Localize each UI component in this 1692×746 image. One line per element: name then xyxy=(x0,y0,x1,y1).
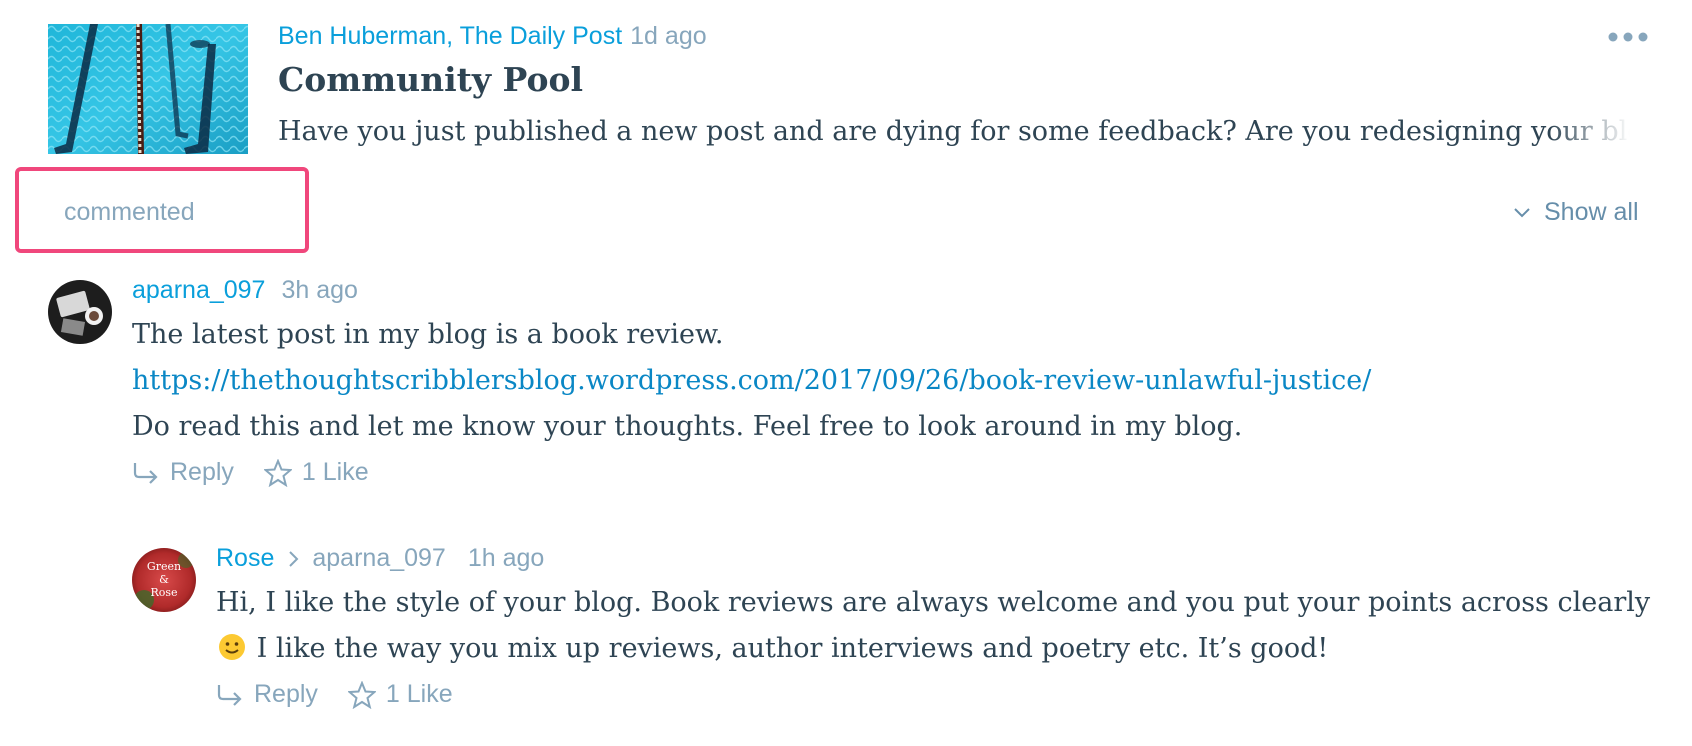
like-button[interactable]: 1 Like xyxy=(263,458,369,487)
avatar-logo-text: Rose xyxy=(150,586,177,599)
comment-header: Rose aparna_097 1h ago xyxy=(216,544,544,573)
star-icon xyxy=(263,458,292,487)
post-meta: Ben Huberman, The Daily Post 1d ago xyxy=(278,22,707,51)
reply-button[interactable]: Reply xyxy=(132,458,234,487)
comment-actions: Reply 1 Like xyxy=(132,458,369,487)
comment-text: Do read this and let me know your though… xyxy=(132,411,1243,442)
show-all-button[interactable]: Show all xyxy=(1514,198,1639,227)
rose-avatar-image: Green & Rose xyxy=(132,548,196,612)
comment-actions: Reply 1 Like xyxy=(216,680,453,709)
avatar-logo-text: Green xyxy=(147,560,181,573)
comment-text: Hi, I like the style of your blog. Book … xyxy=(216,587,1651,618)
chevron-down-icon xyxy=(1514,207,1530,218)
post-excerpt-container[interactable]: Have you just published a new post and a… xyxy=(278,116,1630,156)
ellipsis-icon xyxy=(1608,32,1648,42)
in-reply-to[interactable]: aparna_097 xyxy=(312,544,445,573)
show-all-label: Show all xyxy=(1544,198,1639,226)
activity-label: commented xyxy=(64,198,195,226)
star-icon xyxy=(347,680,376,709)
comment-header: aparna_097 3h ago xyxy=(132,276,358,305)
comment-author[interactable]: aparna_097 xyxy=(132,276,265,305)
comment-time[interactable]: 3h ago xyxy=(281,276,357,305)
post-thumbnail[interactable] xyxy=(48,24,248,154)
comment-text: I like the way you mix up reviews, autho… xyxy=(256,633,1329,664)
comment-author[interactable]: Rose xyxy=(216,544,274,573)
user-avatar-image xyxy=(48,280,112,344)
excerpt-fade xyxy=(1550,116,1630,156)
post-time[interactable]: 1d ago xyxy=(630,22,706,50)
avatar-logo-text: & xyxy=(159,573,169,586)
comment-time[interactable]: 1h ago xyxy=(468,544,544,573)
reply-icon xyxy=(217,684,242,706)
smiley-icon xyxy=(218,630,246,660)
post-title[interactable]: Community Pool xyxy=(278,60,583,99)
chevron-right-icon xyxy=(288,550,300,568)
post-excerpt: Have you just published a new post and a… xyxy=(278,116,1630,147)
reply-label: Reply xyxy=(254,680,318,708)
reply-icon xyxy=(133,462,158,484)
reply-button[interactable]: Reply xyxy=(216,680,318,709)
comment-text: The latest post in my blog is a book rev… xyxy=(132,319,724,350)
like-label: 1 Like xyxy=(385,680,453,708)
reply-label: Reply xyxy=(170,458,234,486)
avatar[interactable] xyxy=(48,280,112,344)
site-link[interactable]: Ben Huberman, The Daily Post xyxy=(278,22,622,50)
like-button[interactable]: 1 Like xyxy=(347,680,453,709)
comment-body: Hi, I like the style of your blog. Book … xyxy=(216,580,1656,672)
avatar[interactable]: Green & Rose xyxy=(132,548,196,612)
like-label: 1 Like xyxy=(301,458,369,486)
more-options-button[interactable] xyxy=(1606,30,1650,48)
comment-body: The latest post in my blog is a book rev… xyxy=(132,312,1652,450)
comment-link[interactable]: https://thethoughtscribblersblog.wordpre… xyxy=(132,365,1371,396)
